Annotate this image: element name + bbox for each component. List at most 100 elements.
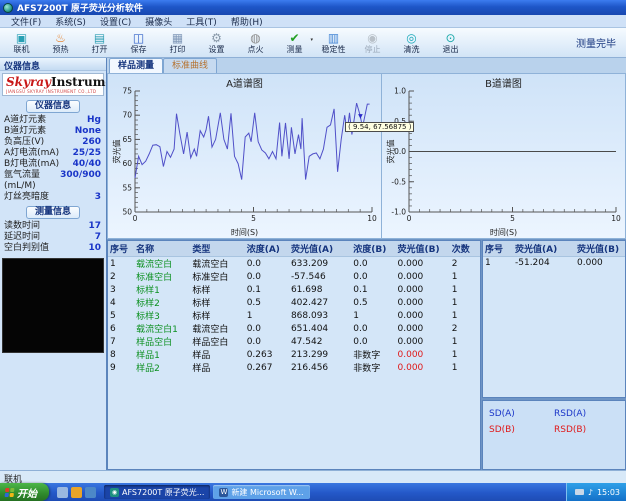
table-cell: 1 <box>450 296 480 309</box>
result-col-header[interactable]: 荧光值(A) <box>513 241 575 257</box>
menu-bar: 文件(F)系统(S)设置(C)摄像头工具(T)帮助(H) <box>0 15 626 28</box>
chevron-down-icon[interactable]: ▾ <box>310 37 313 43</box>
info-label: 负高压(V) <box>4 137 44 148</box>
quick-launch-icon-3[interactable] <box>85 487 96 498</box>
toolbar-button-checkmark[interactable]: ✔测量▾ <box>275 29 314 57</box>
toolbar-button-label: 联机 <box>14 45 30 54</box>
menu-item-0[interactable]: 文件(F) <box>4 15 48 28</box>
table-cell: 1 <box>483 257 513 270</box>
sample-col-header[interactable]: 名称 <box>134 241 190 257</box>
table-cell: 0.000 <box>396 257 450 271</box>
table-cell: 0.0 <box>351 322 395 335</box>
table-row[interactable]: 6载流空白1载流空白0.0651.4040.00.0002 <box>108 322 480 335</box>
table-cell: 0.000 <box>396 348 450 361</box>
tab-sample-measure[interactable]: 样品测量 <box>109 58 163 73</box>
info-label: 灯丝亮暗度 <box>4 192 49 203</box>
taskbar-task-0[interactable]: ◉AFS7200T 原子荧光... <box>104 485 210 499</box>
toolbar-button-flame[interactable]: ♨预热 <box>41 29 80 57</box>
table-row[interactable]: 7样品空白样品空白0.047.5420.00.0001 <box>108 335 480 348</box>
table-cell: 1 <box>450 309 480 322</box>
table-row[interactable]: 8样品1样品0.263213.299非数字0.0001 <box>108 348 480 361</box>
sample-col-header[interactable]: 荧光值(A) <box>289 241 351 257</box>
toolbar-button-computer[interactable]: ▣联机 <box>2 29 41 57</box>
app-window: AFS7200T 原子荧光分析软件 文件(F)系统(S)设置(C)摄像头工具(T… <box>0 0 626 501</box>
table-cell: 2 <box>450 257 480 271</box>
menu-item-2[interactable]: 设置(C) <box>93 15 138 28</box>
sample-col-header[interactable]: 次数 <box>450 241 480 257</box>
sample-col-header[interactable]: 类型 <box>190 241 244 257</box>
chart-a-ylabel: 荧光值 <box>112 140 123 164</box>
result-col-header[interactable]: 荧光值(B) <box>575 241 625 257</box>
channel-b-chart: B道谱图 荧光值 -1.0-0.50.00.51.00510 时间(S) <box>382 74 625 238</box>
info-row: 负高压(V) 260 <box>0 137 106 148</box>
toolbar-button-label: 退出 <box>443 45 459 54</box>
table-row[interactable]: 5标样3标样1868.09310.0001 <box>108 309 480 322</box>
sample-col-header[interactable]: 荧光值(B) <box>396 241 450 257</box>
table-row[interactable]: 2标准空白标准空白0.0-57.5460.00.0001 <box>108 270 480 283</box>
quick-launch-icon-1[interactable] <box>57 487 68 498</box>
floppy-icon: ◫ <box>133 32 144 45</box>
table-row[interactable]: 1载流空白载流空白0.0633.2090.00.0002 <box>108 257 480 271</box>
toolbar-button-clean[interactable]: ◎清洗 <box>392 29 431 57</box>
table-cell: 47.542 <box>289 335 351 348</box>
menu-item-5[interactable]: 帮助(H) <box>224 15 270 28</box>
word-doc-icon: W <box>219 488 228 497</box>
tray-volume-icon[interactable]: ♪ <box>588 488 593 497</box>
table-cell: 651.404 <box>289 322 351 335</box>
table-row[interactable]: 1-51.2040.000 <box>483 257 625 270</box>
table-cell: 0.1 <box>245 283 289 296</box>
svg-text:1.0: 1.0 <box>394 87 406 96</box>
toolbar-button-stability[interactable]: ▥稳定性 <box>314 29 353 57</box>
result-col-header[interactable]: 序号 <box>483 241 513 257</box>
stat-label-sda: SD(A) <box>489 409 554 419</box>
quick-launch-icon-2[interactable] <box>71 487 82 498</box>
brand-logo: SkyrayInstrument JIANGSU SKYRAY INSTRUME… <box>2 73 104 96</box>
table-cell: 0.0 <box>245 322 289 335</box>
table-row[interactable]: 9样品2样品0.267216.456非数字0.0001 <box>108 361 480 374</box>
info-label: B灯电流(mA) <box>4 159 59 170</box>
table-cell: 868.093 <box>289 309 351 322</box>
table-cell: 0.000 <box>396 335 450 348</box>
toolbar-button-gear[interactable]: ⚙设置 <box>197 29 236 57</box>
menu-item-4[interactable]: 工具(T) <box>179 15 224 28</box>
sample-col-header[interactable]: 浓度(A) <box>245 241 289 257</box>
table-cell: 样品 <box>190 348 244 361</box>
measurement-status-text: 测量完毕 <box>576 35 616 50</box>
sample-col-header[interactable]: 浓度(B) <box>351 241 395 257</box>
main-panel: 样品测量标准曲线 A道谱图 荧光值 5055606570750510 时间(S)… <box>107 58 626 470</box>
toolbar-button-floppy[interactable]: ◫保存 <box>119 29 158 57</box>
info-value: 260 <box>82 137 101 148</box>
folder-icon: ▤ <box>94 32 105 45</box>
menu-item-1[interactable]: 系统(S) <box>48 15 93 28</box>
table-cell: 样品2 <box>134 361 190 374</box>
chart-a-tooltip: ( 9.54, 67.56875 ) <box>345 122 414 132</box>
task-label: AFS7200T 原子荧光... <box>122 487 204 498</box>
tray-device-icon[interactable] <box>575 489 584 495</box>
table-cell: 1 <box>351 309 395 322</box>
toolbar-button-folder[interactable]: ▤打开 <box>80 29 119 57</box>
sample-col-header[interactable]: 序号 <box>108 241 134 257</box>
table-cell: 0.267 <box>245 361 289 374</box>
svg-text:5: 5 <box>251 214 256 223</box>
toolbar-button-printer[interactable]: ▦打印 <box>158 29 197 57</box>
info-label: 读数时间 <box>4 221 40 232</box>
table-cell: 61.698 <box>289 283 351 296</box>
power-icon: ⊙ <box>445 32 455 45</box>
title-bar: AFS7200T 原子荧光分析软件 <box>0 0 626 15</box>
toolbar-button-power[interactable]: ⊙退出 <box>431 29 470 57</box>
table-cell: -51.204 <box>513 257 575 270</box>
sidebar-panel-title: 仪器信息 <box>0 58 106 71</box>
table-cell: 0.000 <box>396 283 450 296</box>
taskbar-task-1[interactable]: W新建 Microsoft W... <box>213 485 309 499</box>
chart-b-ylabel: 荧光值 <box>386 140 397 164</box>
table-row[interactable]: 3标样1标样0.161.6980.10.0001 <box>108 283 480 296</box>
info-label: B道灯元素 <box>4 126 46 137</box>
menu-item-3[interactable]: 摄像头 <box>138 15 179 28</box>
svg-text:75: 75 <box>122 87 132 96</box>
table-row[interactable]: 4标样2标样0.5402.4270.50.0001 <box>108 296 480 309</box>
toolbar-button-ignite[interactable]: ◍点火 <box>236 29 275 57</box>
sample-table-panel: 序号名称类型浓度(A)荧光值(A)浓度(B)荧光值(B)次数 1载流空白载流空白… <box>107 240 481 470</box>
table-cell: 标准空白 <box>134 270 190 283</box>
tab-standard-curve[interactable]: 标准曲线 <box>163 58 217 73</box>
start-button[interactable]: 开始 <box>0 483 49 501</box>
